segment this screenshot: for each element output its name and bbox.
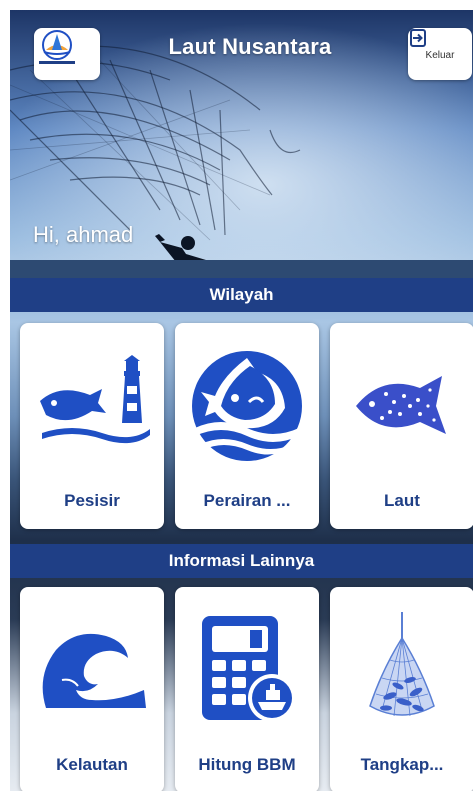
section-header-informasi: Informasi Lainnya [10,544,473,578]
menu-card-label: Tangkap... [360,755,444,774]
calculator-ship-icon [202,616,296,722]
menu-card-label: Pesisir [64,491,120,510]
logout-button[interactable]: Keluar [408,28,472,80]
menu-card-label: Kelautan [56,755,128,774]
menu-card-pesisir[interactable]: Pesisir [20,323,164,529]
menu-card-label: Perairan ... [203,491,291,510]
app-title: Laut Nusantara [168,34,332,59]
fishing-net-icon [369,612,435,717]
logout-icon [410,29,426,47]
app-logo [34,28,100,80]
menu-card-perairan[interactable]: Perairan ... [175,323,319,529]
menu-card-hitung-bbm[interactable]: Hitung BBM [175,587,319,791]
section-header-wilayah: Wilayah [10,278,473,312]
section-title-informasi: Informasi Lainnya [168,551,315,570]
menu-card-kelautan[interactable]: Kelautan [20,587,164,791]
menu-card-tangkap[interactable]: Tangkap... [330,587,473,791]
menu-card-label: Laut [384,491,420,510]
menu-card-label: Hitung BBM [198,755,296,774]
greeting-text: Hi, ahmad [33,222,134,247]
section-title-wilayah: Wilayah [209,285,274,304]
lighthouse-fish-icon [40,355,150,444]
app-screen: Laut Nusantara Keluar Hi, ahmad Wilayah [10,10,473,791]
fish-wave-icon [192,351,302,461]
logout-label: Keluar [425,49,455,61]
laut-nusantara-logo-icon [39,30,75,64]
menu-card-laut[interactable]: Laut [330,323,473,529]
top-bar: Laut Nusantara Keluar [10,28,473,84]
hero-banner: Laut Nusantara Keluar Hi, ahmad [10,10,473,278]
wave-icon [42,633,146,708]
fish-school-icon [356,376,446,434]
